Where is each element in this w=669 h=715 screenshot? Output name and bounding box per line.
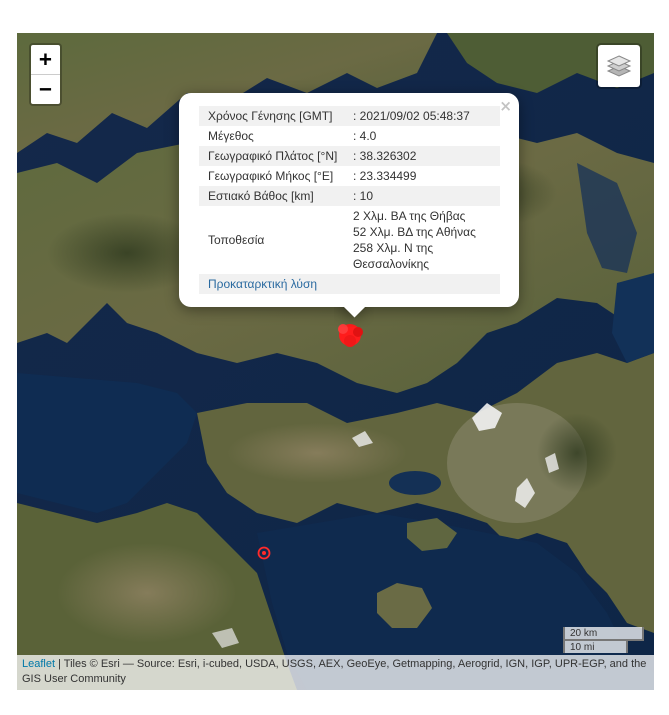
zoom-out-button[interactable]: − — [31, 74, 60, 104]
leaflet-link[interactable]: Leaflet — [22, 658, 55, 670]
popup-row-key: Εστιακό Βάθος [km] — [199, 186, 348, 206]
popup-row-key: Γεωγραφικό Πλάτος [°N] — [199, 146, 348, 166]
preliminary-solution-link[interactable]: Προκαταρκτική λύση — [208, 277, 317, 291]
location-lines: 2 Χλμ. ΒΑ της Θήβας 52 Χλμ. ΒΔ της Αθήνας… — [348, 206, 500, 274]
location-line: 258 Χλμ. Ν της — [353, 241, 434, 255]
popup-row-value: : 2021/09/02 05:48:37 — [348, 106, 500, 126]
zoom-in-button[interactable]: + — [31, 45, 60, 74]
popup-row-key: Χρόνος Γένησης [GMT] — [199, 106, 348, 126]
popup-row-key: Μέγεθος — [208, 129, 254, 143]
popup-row: Χρόνος Γένησης [GMT]: 2021/09/02 05:48:3… — [199, 106, 500, 126]
popup-row-link: Προκαταρκτική λύση — [199, 274, 500, 294]
popup-tip — [334, 307, 374, 327]
popup-row-value: : 38.326302 — [348, 146, 500, 166]
close-icon[interactable]: × — [499, 97, 512, 115]
popup-row: Εστιακό Βάθος [km]: 10 — [199, 186, 500, 206]
attribution-text: | Tiles © Esri — Source: Esri, i-cubed, … — [22, 658, 647, 685]
scale-mi: 10 mi — [563, 639, 628, 653]
scale-control: 20 km 10 mi — [563, 627, 644, 653]
popup-row-value: : 10 — [348, 186, 500, 206]
zoom-control: + − — [29, 43, 62, 106]
popup-row-value: : 4.0 — [353, 129, 377, 143]
popup-row: Γεωγραφικό Πλάτος [°N]: 38.326302 — [199, 146, 500, 166]
popup-row-key: Τοποθεσία — [208, 233, 265, 247]
layers-stack-icon — [606, 55, 632, 77]
earthquake-popup: × Χρόνος Γένησης [GMT]: 2021/09/02 05:48… — [179, 93, 519, 318]
location-line: Θεσσαλονίκης — [353, 257, 430, 271]
popup-row: Γεωγραφικό Μήκος [°E] : 23.334499 — [199, 166, 500, 186]
popup-row-key: Γεωγραφικό Μήκος [°E] — [208, 169, 334, 183]
layers-button[interactable] — [596, 43, 642, 89]
popup-row-value: : 23.334499 — [353, 169, 417, 183]
location-line: 2 Χλμ. ΒΑ της Θήβας — [353, 209, 466, 223]
popup-row: Μέγεθος : 4.0 — [199, 126, 500, 146]
location-line: 52 Χλμ. ΒΔ της Αθήνας — [353, 225, 476, 239]
attribution: Leaflet | Tiles © Esri — Source: Esri, i… — [17, 655, 654, 690]
earthquake-details-table: Χρόνος Γένησης [GMT]: 2021/09/02 05:48:3… — [199, 106, 500, 294]
map-container[interactable]: + − × Χρόνος Γένησης [GMT]: 2021/09/02 0… — [17, 33, 654, 690]
popup-row-location: Τοποθεσία 2 Χλμ. ΒΑ της Θήβας 52 Χλμ. ΒΔ τ… — [199, 206, 500, 274]
